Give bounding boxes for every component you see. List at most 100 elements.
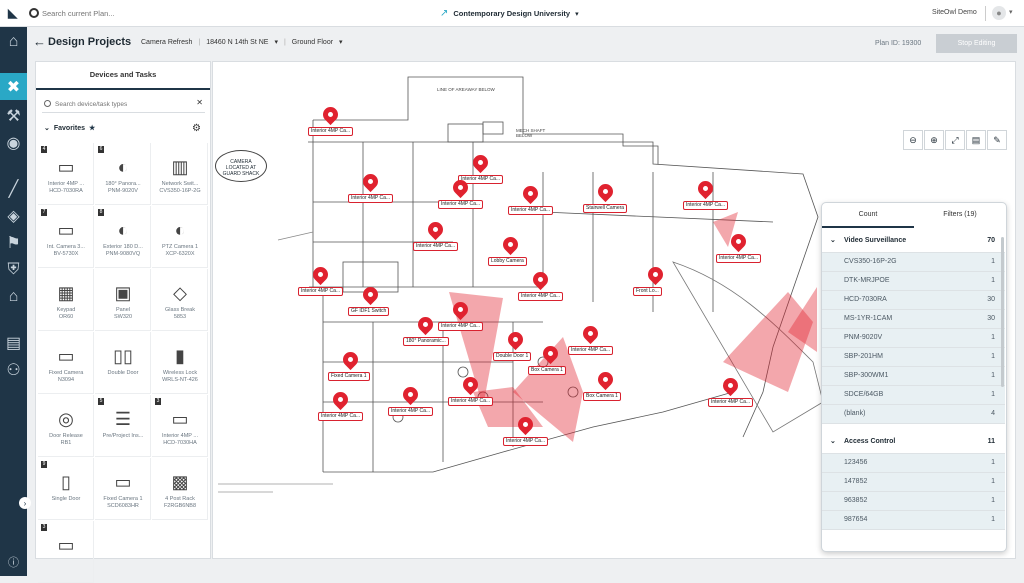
clear-search-icon[interactable]: ✕ (196, 98, 203, 107)
expand-rail-icon[interactable]: › (19, 497, 31, 509)
favorites-header[interactable]: ⌄ Favorites ★ (44, 124, 95, 133)
breadcrumb-floor[interactable]: Ground Floor (292, 39, 333, 46)
device-tile[interactable]: ◇ Glass Break 5853 (152, 269, 208, 331)
shield-icon[interactable]: ⛨ (5, 261, 22, 278)
home-icon[interactable]: ⌂ (5, 33, 22, 50)
reports-chart-icon[interactable]: ╱ (5, 180, 22, 198)
device-tile[interactable]: ◐ PTZ Camera 1 XCP-6320X (152, 206, 208, 268)
count-group-header[interactable]: ⌄ Access Control 11 (822, 430, 1005, 454)
tab-filters[interactable]: Filters (19) (914, 211, 1006, 218)
device-tile[interactable]: 7 ▭ Int. Camera 3... BV-5730X (38, 206, 94, 268)
device-tile[interactable]: 5 ☰ Pre/Project Ins... (95, 395, 151, 457)
count-row[interactable]: 963852 1 (822, 492, 1005, 511)
device-tag[interactable]: Interior 4MP Ca... (716, 254, 762, 263)
back-arrow-icon[interactable]: ← (33, 34, 46, 49)
chevron-down-icon[interactable]: ▾ (339, 38, 343, 46)
device-tile[interactable]: 9 ▯ Single Door (38, 458, 94, 520)
count-row[interactable]: SBP-201HM 1 (822, 348, 1005, 367)
device-tag[interactable]: Box Camera 1 (528, 366, 566, 375)
markup-button[interactable]: ✎ (987, 130, 1007, 150)
count-row[interactable]: (blank) 4 (822, 405, 1005, 424)
device-tile[interactable]: ▭ Fixed Camera 1 SCD6083HR (95, 458, 151, 520)
team-icon[interactable]: ⚇ (5, 361, 22, 379)
device-tag[interactable]: Interior 4MP Ca... (518, 292, 564, 301)
device-tag[interactable]: Stairwell Camera (583, 204, 628, 213)
device-tile[interactable]: 4 ▭ Interior 4MP ... HCD-7030RA (38, 143, 94, 205)
floor-plan-canvas[interactable]: CAMERA LOCATED AT GUARD SHACK LINE OF AR… (212, 61, 1016, 559)
count-row[interactable]: SDCE/64GB 1 (822, 386, 1005, 405)
device-tile[interactable]: ▣ Panel SW320 (95, 269, 151, 331)
account-chevron-icon[interactable]: ▾ (1009, 8, 1013, 16)
device-tag[interactable]: Interior 4MP Ca... (438, 322, 484, 331)
breadcrumb-site[interactable]: 18460 N 14th St NE (206, 39, 268, 46)
device-tile[interactable]: ◎ Door Release RB1 (38, 395, 94, 457)
device-tag[interactable]: Interior 4MP Ca... (708, 398, 754, 407)
device-tag[interactable]: Lobby Camera (488, 257, 527, 266)
building-icon[interactable]: ⌂ (5, 288, 22, 305)
zoom-in-button[interactable]: ⊕ (924, 130, 944, 150)
layers-icon[interactable]: ◈ (5, 207, 22, 225)
count-row[interactable]: 123456 1 (822, 454, 1005, 473)
device-tile[interactable]: ▦ Keypad OR60 (38, 269, 94, 331)
device-tag[interactable]: Interior 4MP Ca... (438, 200, 484, 209)
device-tag[interactable]: Interior 4MP Ca... (568, 346, 614, 355)
tab-count[interactable]: Count (822, 211, 914, 218)
device-tile[interactable]: ▯▯ Double Door (95, 332, 151, 394)
device-tag[interactable]: Front Lo... (633, 287, 662, 296)
device-tag[interactable]: Box Camera 1 (583, 392, 621, 401)
location-pin-icon[interactable]: ◉ (5, 134, 22, 152)
tools-icon[interactable]: ✖ (0, 73, 27, 100)
tag-icon[interactable]: ⚑ (5, 234, 22, 252)
count-row[interactable]: 987654 1 (822, 511, 1005, 530)
device-tag[interactable]: 180° Panoramic... (403, 337, 449, 346)
help-icon[interactable]: ⓘ (5, 553, 22, 570)
device-tile[interactable]: 3 ▭ Interior 4MP ... HCD-7030HA (152, 395, 208, 457)
device-tag[interactable]: Double Door 1 (493, 352, 532, 361)
zoom-out-button[interactable]: ⊖ (903, 130, 923, 150)
count-row[interactable]: HCD-7030RA 30 (822, 291, 1005, 310)
device-tile[interactable]: ▭ Fixed Camera N3094 (38, 332, 94, 394)
device-tag[interactable]: Interior 4MP Ca... (388, 407, 434, 416)
device-tag[interactable]: Interior 4MP Ca... (508, 206, 554, 215)
settings-gear-icon[interactable]: ⚙ (192, 123, 201, 134)
device-tag[interactable]: Interior 4MP Ca... (413, 242, 459, 251)
count-row[interactable]: PNM-9020V 1 (822, 329, 1005, 348)
account-name[interactable]: SiteOwl Demo (932, 9, 977, 16)
avatar[interactable]: ● (992, 6, 1006, 20)
tile-label: Panel SW320 (97, 307, 149, 321)
count-group-header[interactable]: ⌄ Video Surveillance 70 (822, 229, 1005, 253)
map-icon[interactable]: ▤ (5, 334, 22, 352)
device-tile[interactable]: ▥ Network Swit... CVS350-16P-2G (152, 143, 208, 205)
device-tag[interactable]: Interior 4MP Ca... (448, 397, 494, 406)
device-tag[interactable]: GF IDF1 Switch (348, 307, 390, 316)
wrench-icon[interactable]: ⚒ (5, 107, 22, 125)
device-tag[interactable]: Interior 4MP Ca... (298, 287, 344, 296)
app-logo[interactable]: ◣ (8, 7, 21, 20)
device-tag[interactable]: Interior 4MP Ca... (683, 201, 729, 210)
count-row[interactable]: SBP-300WM1 1 (822, 367, 1005, 386)
device-tag[interactable]: Interior 4MP Ca... (503, 437, 549, 446)
device-search-input[interactable] (55, 98, 190, 110)
device-tile[interactable]: 6 ◐ 180° Panora... PNM-9020V (95, 143, 151, 205)
device-tag[interactable]: Fixed Camera 1 (328, 372, 370, 381)
device-tile[interactable]: ▮ Wireless Lock WRLS-NT-426 (152, 332, 208, 394)
tile-count-badge: 3 (155, 398, 161, 405)
count-row[interactable]: 147852 1 (822, 473, 1005, 492)
device-tile[interactable]: ▩ 4 Post Rack F2RGB6NB8 (152, 458, 208, 520)
device-tag[interactable]: Interior 4MP Ca... (348, 194, 394, 203)
plan-search-input[interactable] (42, 6, 192, 21)
chevron-down-icon[interactable]: ▾ (274, 38, 278, 46)
count-row[interactable]: DTK-MRJPOE 1 (822, 272, 1005, 291)
count-row[interactable]: MS-1YR-1CAM 30 (822, 310, 1005, 329)
export-button[interactable]: ▤ (966, 130, 986, 150)
device-tile[interactable]: 3 ▭ (38, 521, 94, 583)
project-selector[interactable]: ↗ Contemporary Design University ▾ (440, 6, 579, 21)
breadcrumb-project[interactable]: Camera Refresh (141, 39, 192, 46)
device-tag[interactable]: Interior 4MP Ca... (308, 127, 354, 136)
fit-screen-button[interactable]: ⤢ (945, 130, 965, 150)
count-row[interactable]: CVS350-16P-2G 1 (822, 253, 1005, 272)
device-tag[interactable]: Interior 4MP Ca... (318, 412, 364, 421)
panel-scrollbar[interactable] (1001, 237, 1004, 387)
stop-editing-button[interactable]: Stop Editing (936, 34, 1017, 53)
device-tile[interactable]: 8 ◐ Exterior 180 D... PNM-9080VQ (95, 206, 151, 268)
